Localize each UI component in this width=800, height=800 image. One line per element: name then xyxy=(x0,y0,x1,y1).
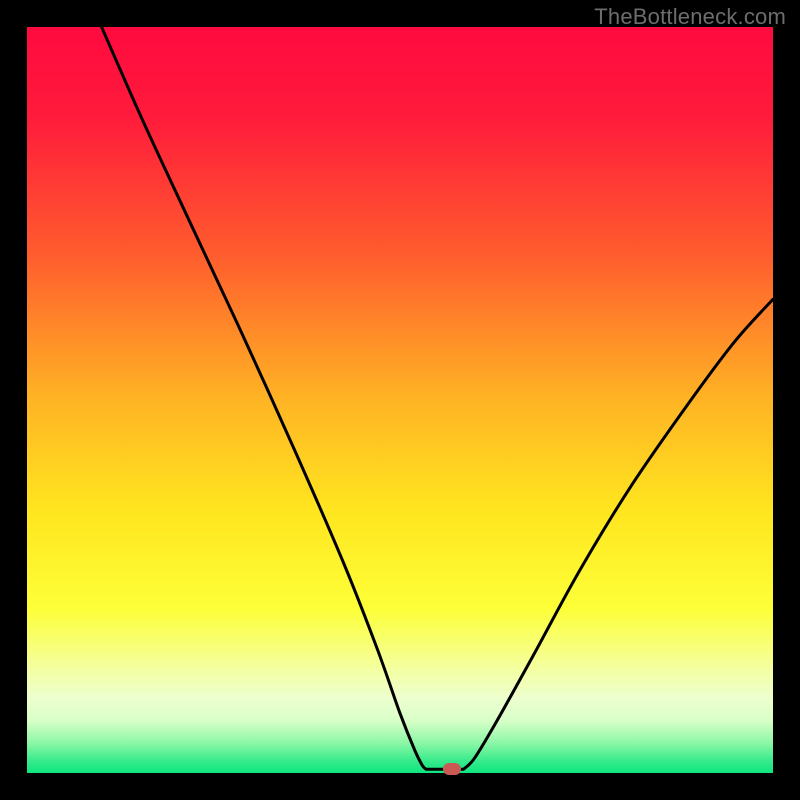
bottleneck-curve xyxy=(102,27,773,769)
chart-container: TheBottleneck.com xyxy=(0,0,800,800)
curve-layer xyxy=(27,27,773,773)
minimum-marker xyxy=(443,763,461,775)
plot-area xyxy=(27,27,773,773)
